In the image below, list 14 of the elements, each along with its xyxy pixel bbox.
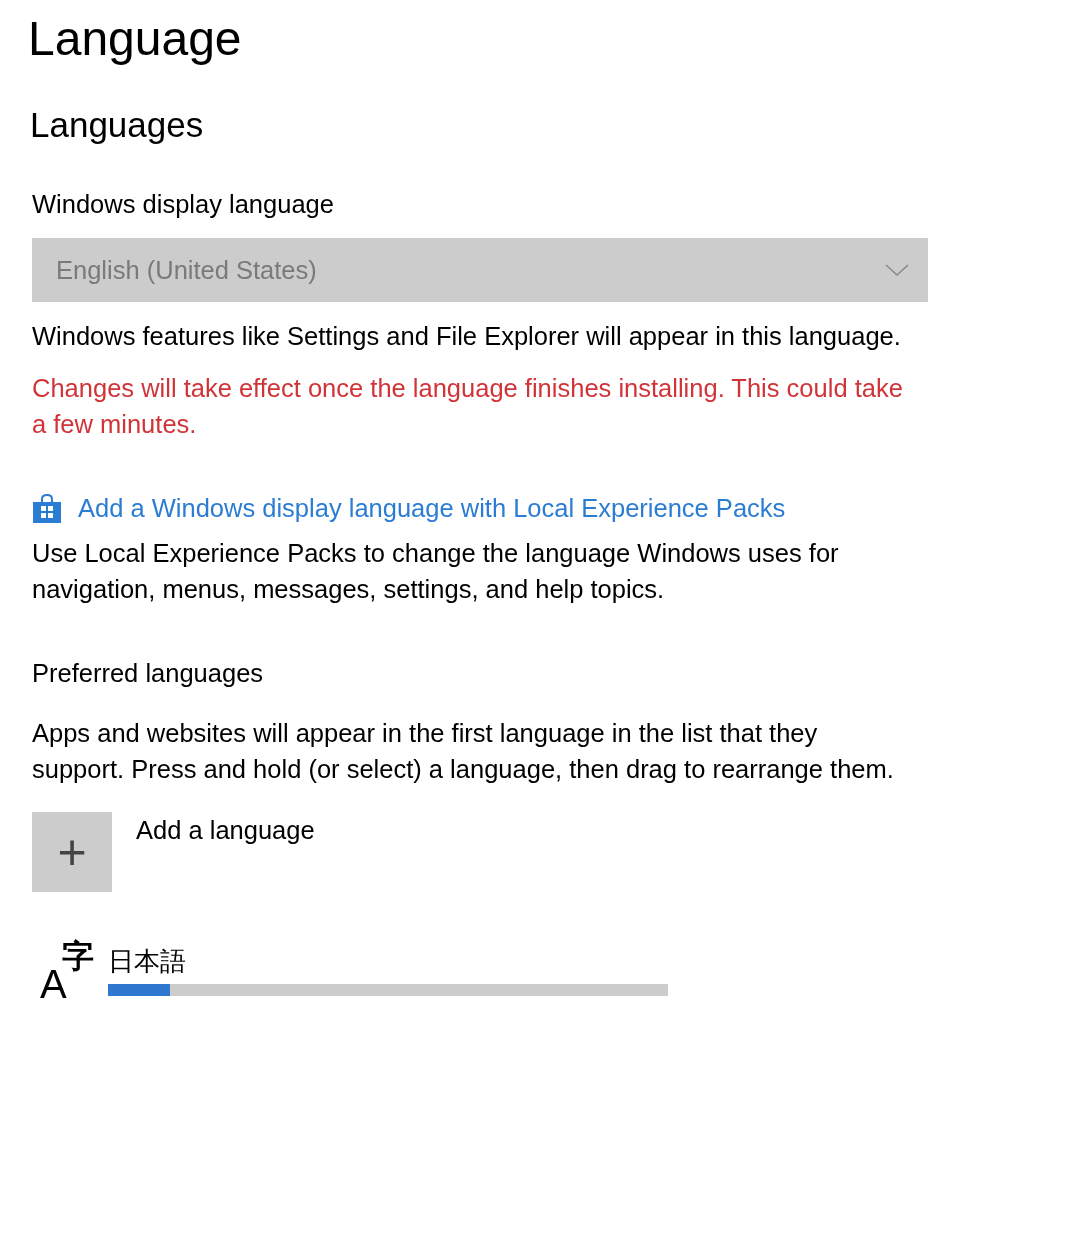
description-text: Apps and websites will appear in the first language in the list that they support. Press and hold (or select) a language, then drag to rearrange them.	[32, 718, 895, 786]
add-language-label: Add a language	[136, 814, 315, 846]
description-text: Windows features like Settings and File Explorer will appear in this language.	[32, 320, 902, 352]
shopping-bag-icon	[32, 493, 62, 524]
store-link[interactable]: Add a Windows display language with Local Experience Packs	[78, 490, 786, 527]
description-text: Use Local Experience Packs to change the language Windows uses for navigation, menus, messages, settings, and help topics.	[32, 537, 840, 605]
page-title: Language	[28, 11, 243, 67]
field-label: Windows display language	[32, 188, 335, 220]
field-label: Preferred languages	[32, 658, 265, 689]
warning-text: Changes will take effect once the language finishes installing. This could take a few minutes.	[32, 373, 904, 441]
language-name: 日本語	[108, 946, 187, 978]
chevron-down-icon	[884, 261, 910, 278]
section-title: Languages	[30, 103, 205, 146]
add-button[interactable]: +	[32, 811, 112, 892]
